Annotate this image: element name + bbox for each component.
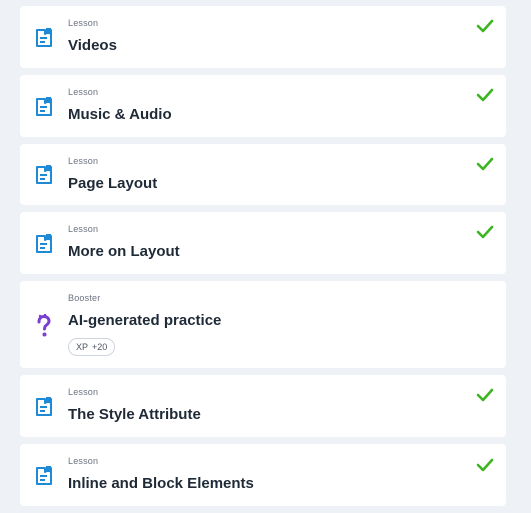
question-mark-icon: [37, 314, 51, 337]
booster-card-ai-practice[interactable]: Booster AI-generated practice XP +20: [20, 281, 506, 368]
xp-value: +20: [92, 342, 108, 352]
item-kind-label: Lesson: [68, 224, 99, 234]
document-icon: [36, 28, 52, 47]
checkmark-icon: [476, 458, 494, 472]
lesson-card-more-on-layout[interactable]: Lesson More on Layout: [20, 212, 506, 274]
item-kind-label: Booster: [68, 293, 101, 303]
lesson-card-music-audio[interactable]: Lesson Music & Audio: [20, 75, 506, 137]
xp-reward-badge: XP +20: [68, 338, 116, 356]
item-kind-label: Lesson: [68, 387, 99, 397]
item-kind-label: Lesson: [68, 456, 99, 466]
lesson-card-videos[interactable]: Lesson Videos: [20, 6, 506, 68]
xp-label: XP: [76, 342, 89, 352]
document-icon: [36, 466, 52, 485]
lesson-card-page-layout[interactable]: Lesson Page Layout: [20, 144, 506, 205]
item-title: Page Layout: [68, 175, 158, 192]
document-icon: [36, 234, 52, 253]
item-title: The Style Attribute: [68, 406, 201, 423]
checkmark-icon: [476, 88, 494, 102]
checkmark-icon: [476, 225, 494, 239]
item-title: More on Layout: [68, 243, 180, 260]
item-title: Videos: [68, 37, 117, 54]
item-title: Inline and Block Elements: [68, 475, 254, 492]
document-icon: [36, 397, 52, 416]
item-kind-label: Lesson: [68, 87, 99, 97]
document-icon: [36, 165, 52, 184]
lesson-card-style-attribute[interactable]: Lesson The Style Attribute: [20, 375, 506, 437]
item-kind-label: Lesson: [68, 18, 99, 28]
item-title: AI-generated practice: [68, 312, 222, 329]
lesson-list: Lesson Videos Lesson Music & Audio Lesso…: [0, 0, 531, 513]
lesson-card-inline-block[interactable]: Lesson Inline and Block Elements: [20, 444, 506, 506]
checkmark-icon: [476, 388, 494, 402]
checkmark-icon: [476, 19, 494, 33]
item-title: Music & Audio: [68, 106, 172, 123]
checkmark-icon: [476, 157, 494, 171]
item-kind-label: Lesson: [68, 156, 99, 166]
document-icon: [36, 97, 52, 116]
